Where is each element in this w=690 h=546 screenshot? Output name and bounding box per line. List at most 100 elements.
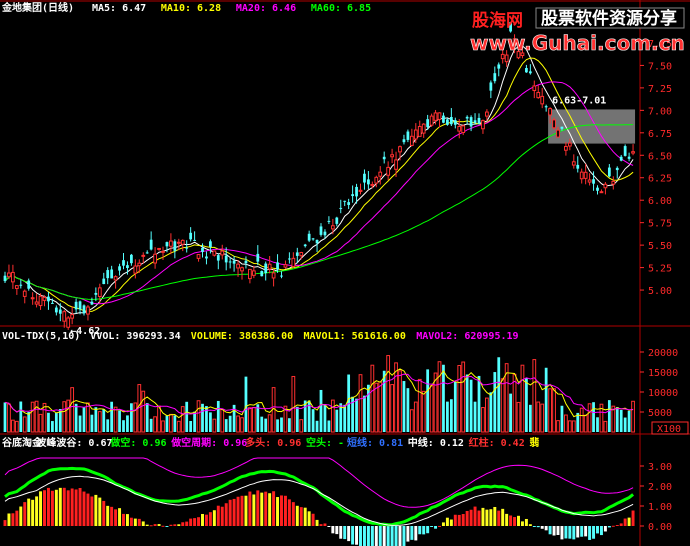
oscillator-bar (315, 519, 319, 526)
oscillator-bar (260, 492, 264, 526)
oscillator-bar (473, 506, 477, 526)
oscillator-bar (264, 491, 268, 526)
oscillator-bar (351, 526, 355, 545)
oscillator-legend-item: 做空周期: 0.96 (170, 436, 247, 449)
volume-bar (74, 403, 78, 432)
price-tick-label: 7.25 (648, 84, 672, 95)
oscillator-bar (311, 513, 315, 526)
volume-bar (509, 393, 512, 432)
oscillator-bar (165, 526, 169, 527)
volume-bar (587, 403, 592, 433)
oscillator-bar (82, 491, 86, 526)
volume-bar (248, 407, 252, 433)
oscillator-bar (19, 506, 23, 526)
volume-bar (11, 419, 15, 433)
volume-bar (14, 420, 19, 433)
volume-bar (157, 405, 161, 433)
volume-bar (615, 407, 619, 432)
oscillator-bar (276, 497, 280, 526)
volume-tick-label: 10000 (648, 388, 678, 399)
oscillator-bar (548, 526, 552, 535)
oscillator-bar (370, 526, 374, 546)
oscillator-bar (481, 507, 485, 526)
oscillator-tick-label: 1.00 (648, 502, 672, 513)
volume-bar (22, 416, 27, 433)
oscillator-bar (272, 491, 276, 526)
oscillator-bar (177, 524, 181, 526)
volume-bar (481, 407, 485, 433)
volume-legend: VOL-TDX(5,10) VVOL: 396293.34 VOLUME: 3863… (2, 331, 519, 342)
volume-bar (133, 402, 138, 433)
volume-bar (161, 420, 165, 433)
oscillator-bar (513, 517, 517, 526)
oscillator-bar (465, 510, 469, 526)
volume-bar (260, 416, 264, 432)
volume-bar (607, 400, 611, 432)
oscillator-bar (62, 487, 66, 526)
volume-bar (196, 400, 201, 433)
volume-bar (276, 419, 279, 432)
oscillator-bar (94, 494, 98, 526)
stock-chart: 7.757.507.257.006.756.506.256.005.755.50… (0, 0, 690, 546)
oscillator-bar (623, 518, 627, 526)
price-tick-label: 5.00 (648, 286, 672, 297)
volume-bar (473, 401, 477, 432)
oscillator-bar (15, 510, 19, 526)
volume-bar (390, 384, 394, 433)
oscillator-bar (244, 495, 248, 526)
oscillator-bar (35, 496, 39, 526)
oscillator-bar (157, 524, 161, 526)
oscillator-bar (331, 526, 335, 534)
oscillator-bar (299, 507, 303, 526)
oscillator-bar (173, 524, 177, 526)
oscillator-bar (402, 526, 406, 546)
oscillator-legend-item: 翡 (529, 436, 539, 449)
oscillator-bar (528, 524, 532, 526)
volume-bar (70, 387, 75, 433)
volume-bar (378, 381, 383, 433)
oscillator-bar (307, 511, 311, 526)
oscillator-bar (339, 526, 343, 539)
oscillator-legend-item: 空头: - (306, 436, 344, 449)
price-tick-label: 7.50 (648, 61, 672, 72)
oscillator-bar (418, 526, 422, 535)
oscillator-bar (125, 514, 129, 526)
oscillator-bar (449, 519, 453, 526)
volume-bar (406, 388, 410, 432)
oscillator-bar (287, 499, 291, 526)
oscillator-bar (137, 518, 141, 526)
oscillator-bar (347, 526, 351, 542)
oscillator-bar (355, 526, 359, 545)
ma-legend-item: MA20: 6.46 (236, 3, 296, 14)
volume-bar (619, 409, 623, 432)
volume-bar (97, 411, 102, 433)
volume-bar (335, 409, 339, 432)
price-tick-label: 7.00 (648, 106, 672, 117)
oscillator-bar (133, 518, 137, 526)
oscillator-bar (54, 489, 58, 526)
oscillator-bar (86, 493, 90, 526)
oscillator-bar (193, 518, 197, 526)
volume-bar (149, 418, 153, 432)
oscillator-bar (552, 526, 556, 536)
oscillator-bar (406, 526, 410, 542)
oscillator-bar (39, 491, 43, 526)
volume-bar (442, 364, 445, 432)
volume-bar (516, 401, 521, 433)
volume-legend-item: MAVOL1: 561616.00 (304, 331, 406, 342)
oscillator-bar (248, 491, 252, 526)
oscillator-bar (153, 524, 157, 526)
volume-bar (220, 408, 225, 433)
volume-bar (327, 420, 331, 432)
oscillator-bar (78, 487, 82, 526)
oscillator-bar (118, 508, 122, 526)
volume-bar (7, 403, 11, 433)
oscillator-bar (564, 526, 568, 539)
volume-bar (461, 361, 466, 433)
oscillator-bar (204, 514, 208, 526)
oscillator-bar (74, 489, 78, 526)
oscillator-bar (599, 526, 603, 536)
oscillator-bar (434, 526, 438, 529)
volume-bar (417, 378, 422, 433)
oscillator-bar (592, 526, 596, 539)
